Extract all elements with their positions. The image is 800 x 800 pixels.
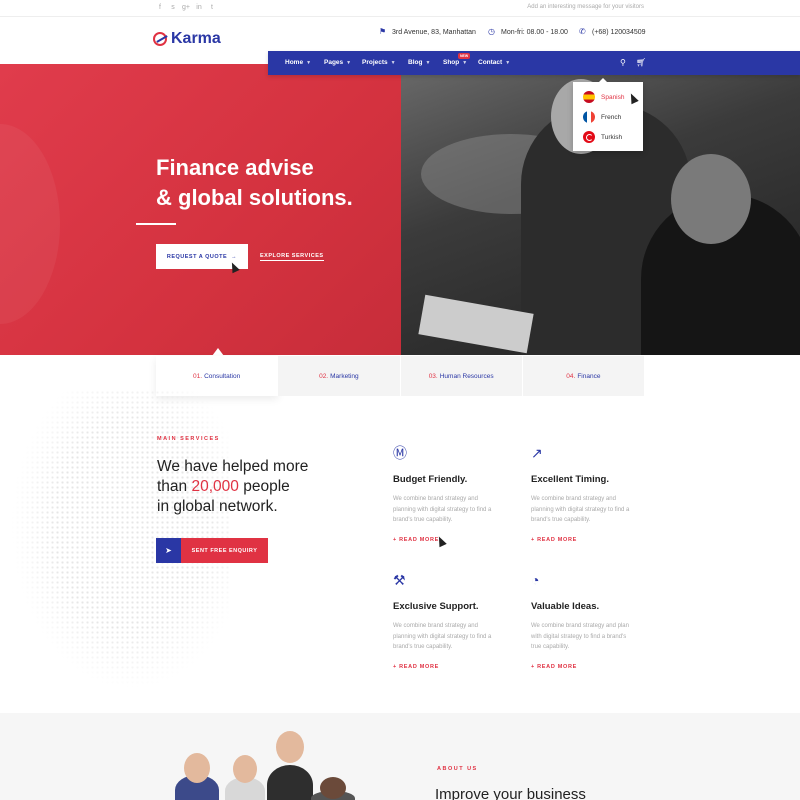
phone-icon: ✆: [579, 27, 586, 36]
brand-name: Karma: [171, 30, 221, 47]
feature-ideas: ◔ Valuable Ideas. We combine brand strat…: [531, 571, 651, 670]
services-title: We have helped more than 20,000 people i…: [157, 458, 309, 515]
team-member: [267, 731, 313, 800]
line-chart-icon: ↗: [531, 445, 543, 461]
team-photo: [175, 731, 355, 800]
team-member: [225, 755, 265, 800]
free-enquiry-label: SENT FREE ENQUIRY: [181, 538, 268, 563]
send-icon: ➤: [156, 538, 181, 563]
services-eyebrow: MAIN SERVICES: [157, 436, 220, 442]
contact-hours: ◷ Mon-fri: 08.00 - 18.00: [488, 28, 568, 36]
hero-title-line-1: Finance advise: [156, 155, 314, 180]
contact-phone: ✆ (+68) 120034509: [579, 28, 646, 36]
chevron-down-icon: ▼: [425, 60, 431, 66]
about-eyebrow: ABOUT US: [437, 766, 478, 772]
france-flag-icon: [583, 111, 595, 123]
request-quote-label: REQUEST A QUOTE: [166, 253, 228, 260]
cart-icon[interactable]: 🛒︎: [636, 58, 646, 67]
twitter-icon[interactable]: t: [208, 4, 216, 12]
nav-item-contact[interactable]: Contact ▼: [478, 59, 510, 66]
hours-text: Mon-fri: 08.00 - 18.00: [501, 28, 568, 36]
about-section: [0, 713, 800, 800]
read-more-link[interactable]: + READ MORE: [393, 664, 513, 670]
chevron-down-icon: ▼: [346, 60, 352, 66]
nav-item-blog[interactable]: Blog ▼: [408, 59, 430, 66]
feature-support: ⚒ Exclusive Support. We combine brand st…: [393, 571, 513, 670]
dollar-cycle-icon: Ⓜ: [393, 445, 407, 461]
free-enquiry-button[interactable]: ➤ SENT FREE ENQUIRY: [156, 538, 268, 563]
phone-text: (+68) 120034509: [592, 28, 646, 36]
nav-item-shop[interactable]: Shop ▼: [443, 59, 467, 66]
contact-address: ⚑ 3rd Avenue, 83, Manhattan: [379, 28, 476, 36]
logo[interactable]: Karma: [153, 30, 221, 48]
pie-chart-icon: ◔: [531, 572, 540, 588]
search-icon[interactable]: ⚲: [620, 58, 626, 67]
arrow-right-icon: →: [231, 253, 238, 260]
hero-divider: [136, 223, 176, 225]
nav-item-projects[interactable]: Projects ▼: [362, 59, 396, 66]
highlight-number: 20,000: [191, 478, 239, 495]
read-more-link[interactable]: + READ MORE: [531, 664, 651, 670]
tab-finance[interactable]: 04. Finance: [522, 356, 645, 396]
hero-title: Finance advise & global solutions.: [156, 153, 353, 213]
logo-mark-icon: [153, 32, 167, 46]
top-message: Add an interesting message for your visi…: [527, 4, 644, 10]
about-title: Improve your business: [435, 786, 586, 800]
language-option-french[interactable]: French: [573, 107, 643, 127]
chevron-down-icon: ▼: [505, 60, 511, 66]
map-pin-icon: ⚑: [379, 27, 387, 36]
team-member: [175, 753, 219, 800]
support-icon: ⚒: [393, 572, 406, 588]
explore-services-link[interactable]: EXPLORE SERVICES: [260, 253, 324, 261]
spain-flag-icon: [583, 91, 595, 103]
team-member: [311, 777, 355, 800]
feature-timing: ↗ Excellent Timing. We combine brand str…: [531, 444, 651, 543]
turkey-flag-icon: [583, 131, 595, 143]
active-tab-pointer: [212, 348, 224, 356]
feature-budget: Ⓜ Budget Friendly. We combine brand stra…: [393, 444, 513, 543]
clock-icon: ◷: [488, 27, 495, 36]
tab-marketing[interactable]: 02. Marketing: [278, 356, 401, 396]
hero-title-line-2: & global solutions.: [156, 185, 353, 210]
photo-document: [418, 294, 534, 354]
facebook-icon[interactable]: f: [156, 4, 164, 12]
read-more-link[interactable]: + READ MORE: [393, 537, 513, 543]
chevron-down-icon: ▼: [390, 60, 396, 66]
google-plus-icon[interactable]: g+: [182, 4, 190, 12]
skype-icon[interactable]: s: [169, 4, 177, 12]
address-text: 3rd Avenue, 83, Manhattan: [392, 28, 476, 36]
new-badge: NEW: [458, 53, 471, 59]
chevron-down-icon: ▼: [306, 60, 312, 66]
photo-person-back-head: [671, 154, 751, 244]
page: f s g+ in t Add an interesting message f…: [0, 0, 800, 800]
main-nav: Home ▼ Pages ▼ Projects ▼ Blog ▼ Shop ▼ Conta…: [268, 51, 800, 75]
top-bar: f s g+ in t Add an interesting message f…: [0, 0, 800, 17]
nav-item-home[interactable]: Home ▼: [285, 59, 311, 66]
nav-item-pages[interactable]: Pages ▼: [324, 59, 351, 66]
linkedin-icon[interactable]: in: [195, 4, 203, 12]
social-links: f s g+ in t: [156, 4, 216, 12]
tab-human-resources[interactable]: 03. Human Resources: [400, 356, 523, 396]
read-more-link[interactable]: + READ MORE: [531, 537, 651, 543]
chevron-down-icon: ▼: [462, 60, 468, 66]
language-option-turkish[interactable]: Turkish: [573, 127, 643, 147]
